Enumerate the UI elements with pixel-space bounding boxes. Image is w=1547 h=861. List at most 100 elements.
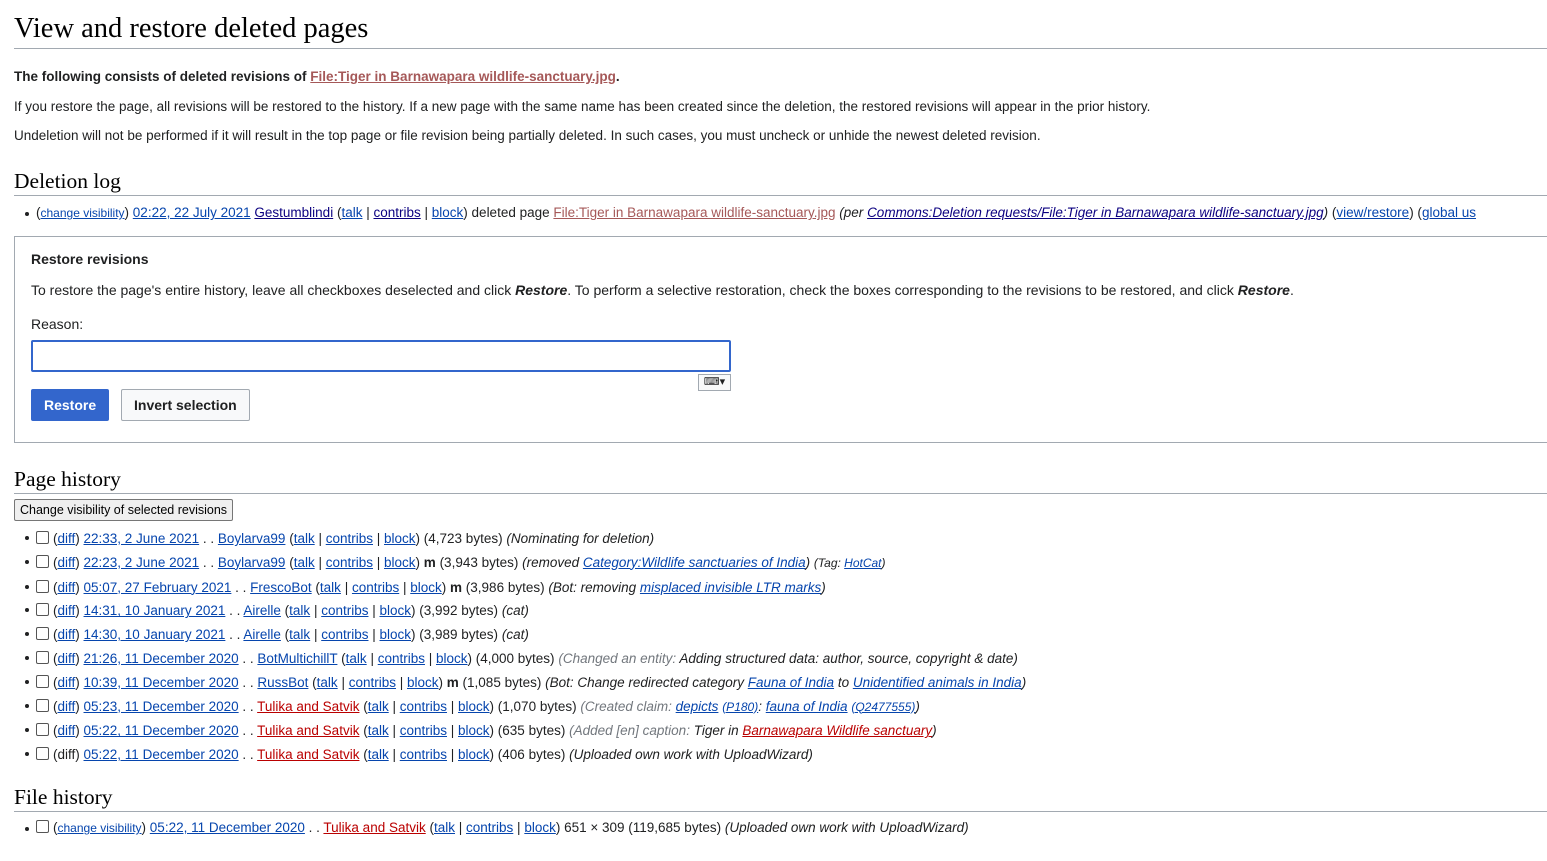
summary-link[interactable]: Category:Wildlife sanctuaries of India xyxy=(583,555,806,570)
block-link[interactable]: block xyxy=(380,603,412,618)
invert-selection-button[interactable]: Invert selection xyxy=(121,389,250,421)
diff-link[interactable]: diff xyxy=(58,699,76,714)
contribs-link[interactable]: contribs xyxy=(400,723,447,738)
log-block-link[interactable]: block xyxy=(432,205,464,220)
diff-link[interactable]: diff xyxy=(58,675,76,690)
talk-link[interactable]: talk xyxy=(294,531,315,546)
diff-link[interactable]: diff xyxy=(58,531,76,546)
revision-user-link[interactable]: Tulika and Satvik xyxy=(257,747,359,762)
revision-checkbox[interactable] xyxy=(36,627,49,641)
item-id-link[interactable]: (Q2477555) xyxy=(851,700,915,714)
log-talk-link[interactable]: talk xyxy=(341,205,362,220)
block-link[interactable]: block xyxy=(458,723,490,738)
global-usage-link[interactable]: global us xyxy=(1422,205,1476,220)
revision-user-link[interactable]: BotMultichillT xyxy=(257,651,337,666)
revision-timestamp-link[interactable]: 05:22, 11 December 2020 xyxy=(84,723,239,738)
diff-link[interactable]: diff xyxy=(58,555,76,570)
contribs-link[interactable]: contribs xyxy=(321,627,368,642)
revision-checkbox[interactable] xyxy=(36,698,49,712)
block-link[interactable]: block xyxy=(436,651,468,666)
revision-checkbox[interactable] xyxy=(36,723,49,737)
view-restore-link[interactable]: view/restore xyxy=(1336,205,1409,220)
contribs-link[interactable]: contribs xyxy=(326,555,373,570)
revision-user-link[interactable]: Tulika and Satvik xyxy=(257,723,359,738)
change-visibility-button[interactable]: Change visibility of selected revisions xyxy=(14,499,234,521)
block-link[interactable]: block xyxy=(458,699,490,714)
revision-user-link[interactable]: Airelle xyxy=(243,627,281,642)
log-timestamp-link[interactable]: 02:22, 22 July 2021 xyxy=(133,205,251,220)
revision-timestamp-link[interactable]: 22:23, 2 June 2021 xyxy=(84,555,200,570)
contribs-link[interactable]: contribs xyxy=(400,747,447,762)
revision-checkbox[interactable] xyxy=(36,747,49,761)
revision-user-link[interactable]: RussBot xyxy=(257,675,308,690)
file-user-link[interactable]: Tulika and Satvik xyxy=(323,820,425,835)
revision-timestamp-link[interactable]: 22:33, 2 June 2021 xyxy=(84,531,200,546)
revision-user-link[interactable]: Tulika and Satvik xyxy=(257,699,359,714)
log-contribs-link[interactable]: contribs xyxy=(373,205,420,220)
revision-timestamp-link[interactable]: 10:39, 11 December 2020 xyxy=(84,675,239,690)
revision-checkbox[interactable] xyxy=(36,650,49,664)
talk-link[interactable]: talk xyxy=(368,699,389,714)
category-link[interactable]: Unidentified animals in India xyxy=(853,675,1022,690)
keyboard-icon[interactable]: ⌨▾ xyxy=(698,374,731,391)
property-id-link[interactable]: (P180) xyxy=(722,700,758,714)
block-link[interactable]: block xyxy=(458,747,490,762)
contribs-link[interactable]: contribs xyxy=(400,699,447,714)
block-link[interactable]: block xyxy=(384,555,416,570)
block-link[interactable]: block xyxy=(410,580,442,595)
diff-link[interactable]: diff xyxy=(58,603,76,618)
revision-timestamp-link[interactable]: 21:26, 11 December 2020 xyxy=(84,651,239,666)
talk-link[interactable]: talk xyxy=(346,651,367,666)
category-link[interactable]: Fauna of India xyxy=(748,675,834,690)
diff-link[interactable]: diff xyxy=(58,627,76,642)
talk-link[interactable]: talk xyxy=(289,627,310,642)
contribs-link[interactable]: contribs xyxy=(349,675,396,690)
revision-checkbox[interactable] xyxy=(36,674,49,688)
talk-link[interactable]: talk xyxy=(289,603,310,618)
revision-timestamp-link[interactable]: 14:30, 10 January 2021 xyxy=(84,627,226,642)
restore-button[interactable]: Restore xyxy=(31,389,110,421)
talk-link[interactable]: talk xyxy=(368,747,389,762)
talk-link[interactable]: talk xyxy=(368,723,389,738)
revision-timestamp-link[interactable]: 05:22, 11 December 2020 xyxy=(84,747,239,762)
diff-link[interactable]: diff xyxy=(58,651,76,666)
revision-checkbox[interactable] xyxy=(36,554,49,568)
revision-user-link[interactable]: FrescoBot xyxy=(250,580,312,595)
revision-timestamp-link[interactable]: 05:23, 11 December 2020 xyxy=(84,699,239,714)
file-timestamp-link[interactable]: 05:22, 11 December 2020 xyxy=(150,820,305,835)
tag-link[interactable]: HotCat xyxy=(844,556,881,570)
talk-link[interactable]: talk xyxy=(317,675,338,690)
block-link[interactable]: block xyxy=(384,531,416,546)
log-user-link[interactable]: Gestumblindi xyxy=(254,205,333,220)
summary-link[interactable]: misplaced invisible LTR marks xyxy=(640,580,821,595)
block-link[interactable]: block xyxy=(524,820,556,835)
property-link[interactable]: depicts xyxy=(676,699,719,714)
revision-timestamp-link[interactable]: 05:07, 27 February 2021 xyxy=(84,580,232,595)
contribs-link[interactable]: contribs xyxy=(326,531,373,546)
file-change-visibility-link[interactable]: change visibility xyxy=(58,821,142,835)
contribs-link[interactable]: contribs xyxy=(321,603,368,618)
change-visibility-link[interactable]: change visibility xyxy=(41,206,125,220)
contribs-link[interactable]: contribs xyxy=(466,820,513,835)
item-link[interactable]: fauna of India xyxy=(766,699,848,714)
reason-input[interactable] xyxy=(31,340,731,372)
revision-checkbox[interactable] xyxy=(36,603,49,617)
revision-user-link[interactable]: Airelle xyxy=(243,603,281,618)
talk-link[interactable]: talk xyxy=(320,580,341,595)
contribs-link[interactable]: contribs xyxy=(352,580,399,595)
talk-link[interactable]: talk xyxy=(434,820,455,835)
revision-checkbox[interactable] xyxy=(36,579,49,593)
revision-timestamp-link[interactable]: 14:31, 10 January 2021 xyxy=(84,603,226,618)
revision-checkbox[interactable] xyxy=(36,531,49,544)
log-reason-link[interactable]: Commons:Deletion requests/File:Tiger in … xyxy=(867,205,1324,220)
block-link[interactable]: block xyxy=(407,675,439,690)
talk-link[interactable]: talk xyxy=(294,555,315,570)
block-link[interactable]: block xyxy=(380,627,412,642)
file-page-link[interactable]: File:Tiger in Barnawapara wildlife-sanct… xyxy=(310,69,616,84)
caption-link[interactable]: Barnawapara Wildlife sanctuary xyxy=(742,723,932,738)
revision-user-link[interactable]: Boylarva99 xyxy=(218,531,286,546)
file-checkbox[interactable] xyxy=(36,820,49,833)
diff-link[interactable]: diff xyxy=(58,723,76,738)
contribs-link[interactable]: contribs xyxy=(378,651,425,666)
log-page-link[interactable]: File:Tiger in Barnawapara wildlife-sanct… xyxy=(553,205,835,220)
